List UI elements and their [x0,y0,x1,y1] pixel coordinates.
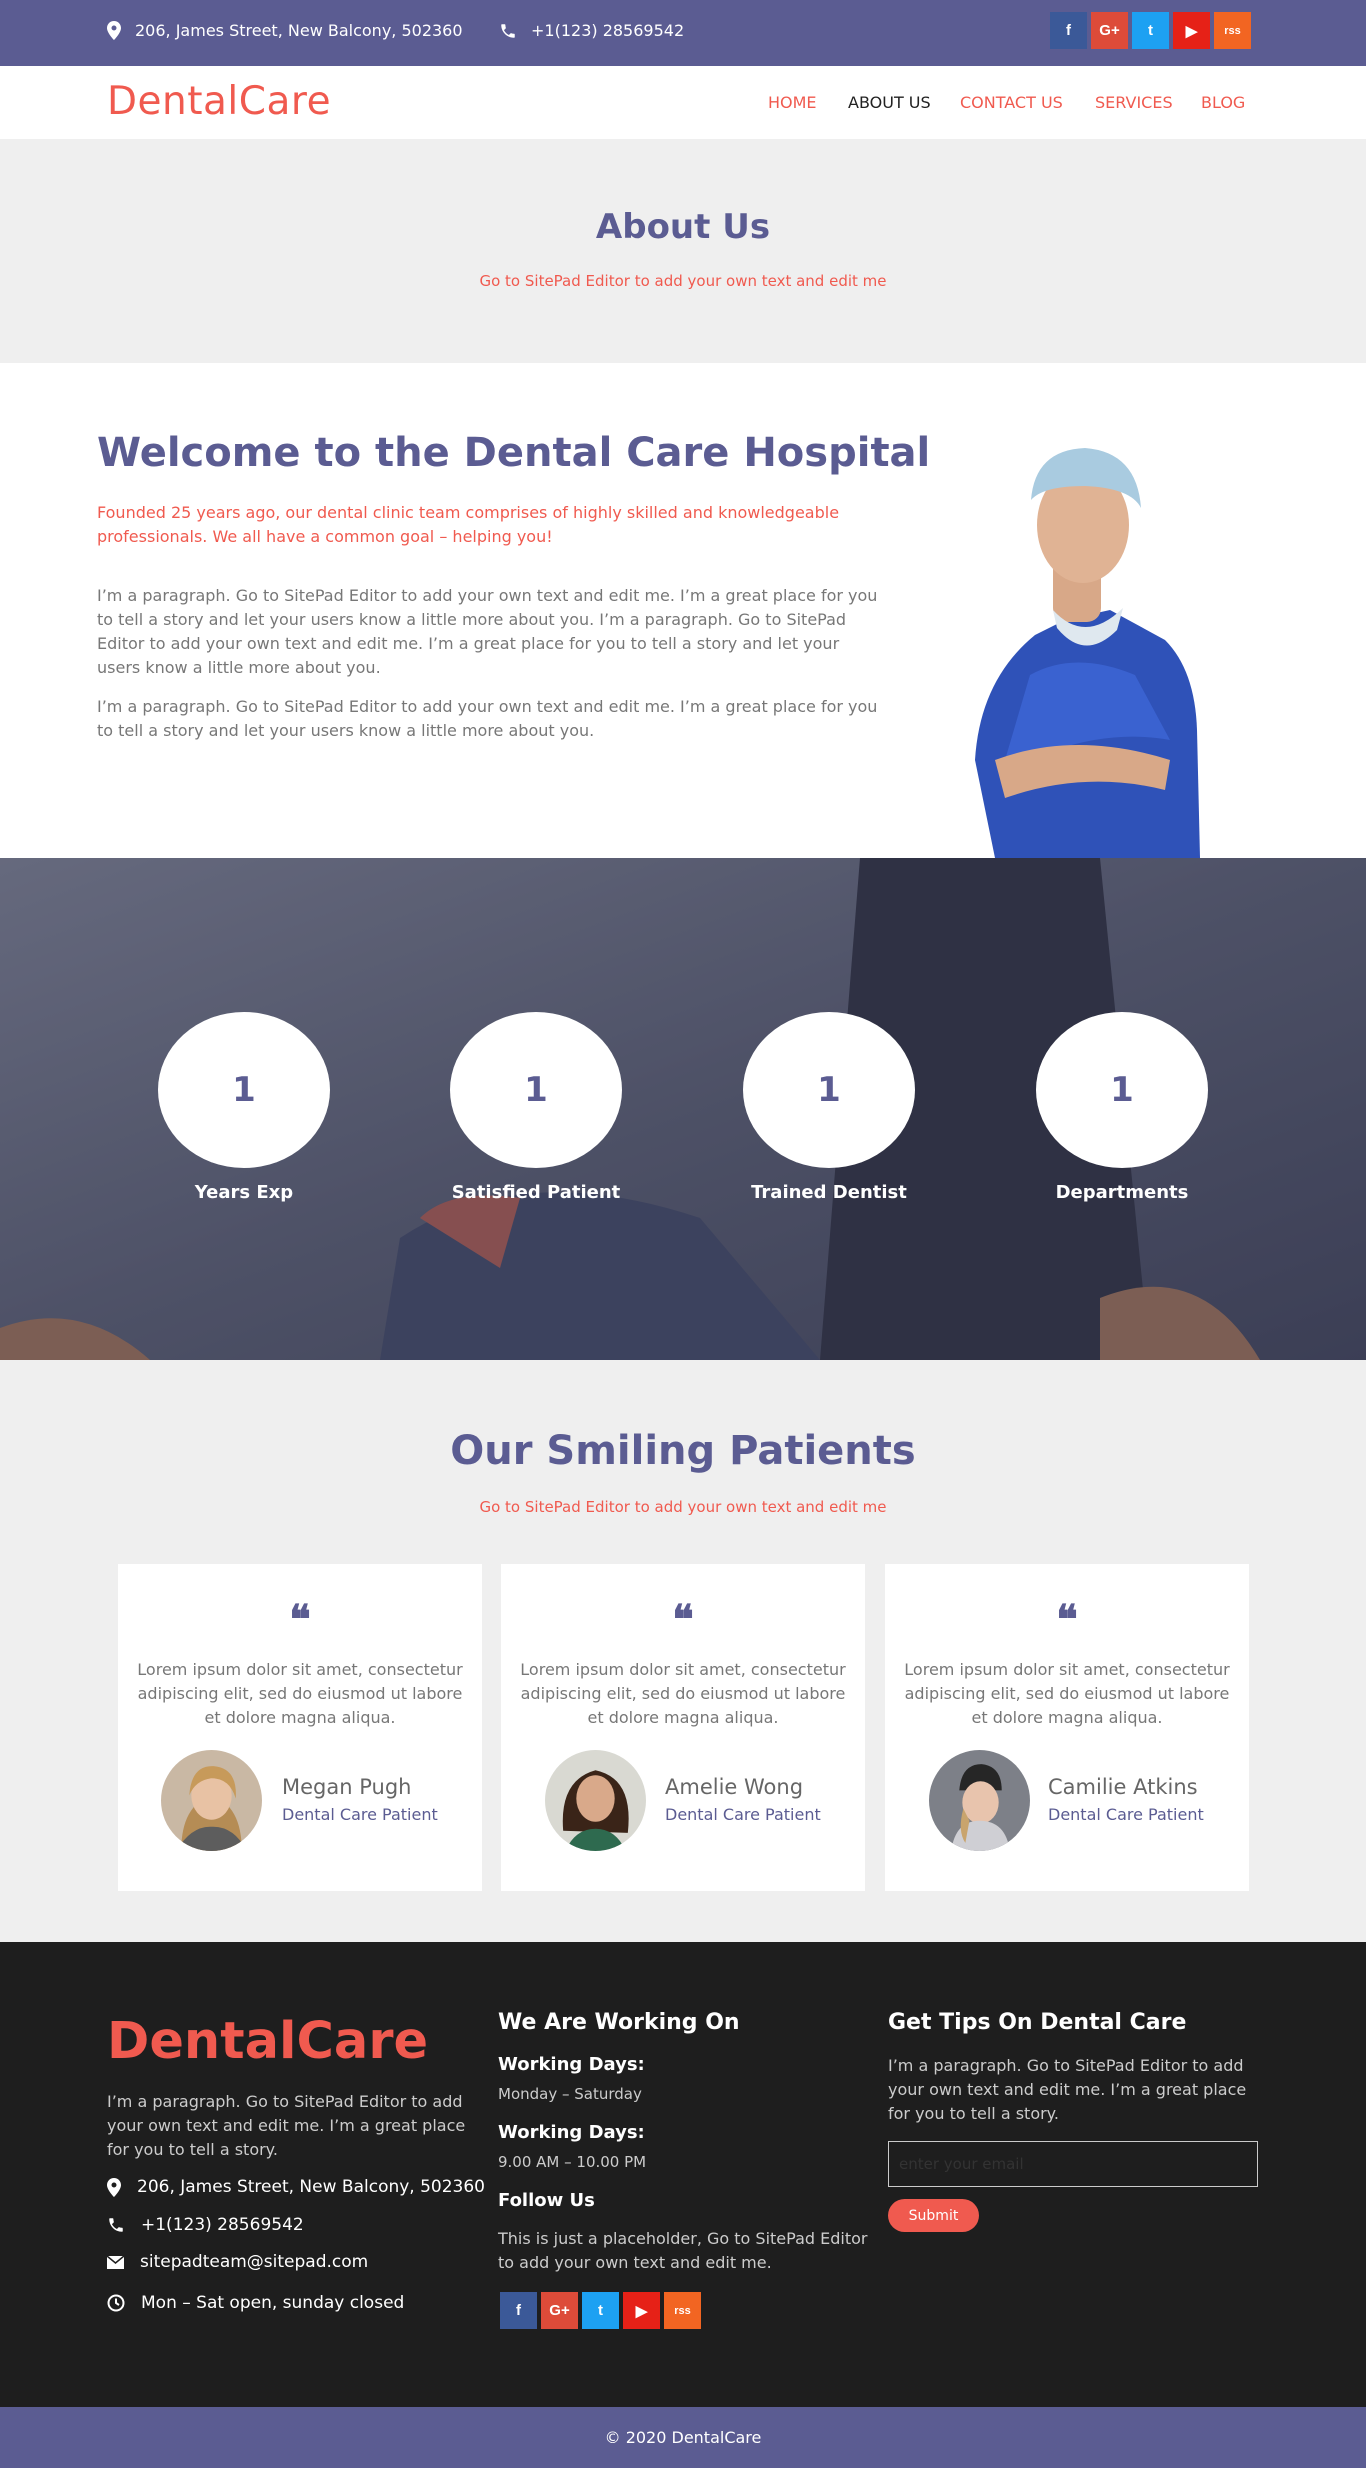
doctor-image [975,448,1200,858]
patient-role: Dental Care Patient [665,1805,821,1824]
newsletter-submit-button[interactable]: Submit [888,2199,979,2232]
stat-label-dentists: Trained Dentist [751,1182,907,1203]
topbar-address: 206, James Street, New Balcony, 502360 [107,21,463,40]
footer-email: sitepadteam@sitepad.com [107,2252,368,2272]
stat-circle-departments: 1 [1036,1012,1208,1168]
working-hours-value: 9.00 AM – 10.00 PM [498,2153,647,2171]
quote-icon: ❝ [672,1596,694,1643]
footer-address: 206, James Street, New Balcony, 502360 [107,2177,485,2197]
copyright: © 2020 DentalCare [0,2407,1366,2468]
avatar [161,1750,262,1851]
nav-contact-us[interactable]: CONTACT US [960,93,1063,112]
welcome-lead: Founded 25 years ago, our dental clinic … [97,503,840,546]
map-pin-icon [107,21,121,40]
testimonial-text: Lorem ipsum dolor sit amet, consectetur … [520,1660,846,1727]
footer-logo: DentalCare [107,2012,429,2071]
patient-role: Dental Care Patient [282,1805,438,1824]
phone-icon [501,23,515,38]
footer-social: f G+ t ▶ rss [500,2292,701,2329]
welcome-paragraph-2: I’m a paragraph. Go to SitePad Editor to… [97,697,878,740]
topbar-phone: +1(123) 28569542 [499,21,684,40]
nav-about-us[interactable]: ABOUT US [848,93,931,112]
stat-label-departments: Departments [1055,1182,1189,1203]
nav-services[interactable]: SERVICES [1095,93,1173,112]
tips-title: Get Tips On Dental Care [888,2010,1187,2035]
working-days-label: Working Days: [498,2054,645,2075]
patient-name: Amelie Wong [665,1775,804,1799]
avatar [929,1750,1030,1851]
quote-icon: ❝ [1056,1596,1078,1643]
nav-blog[interactable]: BLOG [1201,93,1245,112]
tips-text: I’m a paragraph. Go to SitePad Editor to… [888,2056,1247,2123]
footer-hours: Mon – Sat open, sunday closed [107,2293,404,2313]
envelope-icon [107,2255,124,2269]
follow-title: Follow Us [498,2190,595,2211]
site-logo[interactable]: DentalCare [107,79,331,124]
working-days-value: Monday – Saturday [498,2085,642,2103]
patients-title: Our Smiling Patients [450,1428,916,1474]
patients-subtitle: Go to SitePad Editor to add your own tex… [479,1498,887,1516]
twitter-icon[interactable]: t [1132,12,1169,49]
page-title: About Us [595,207,771,247]
footer-about: I’m a paragraph. Go to SitePad Editor to… [107,2092,466,2159]
rss-icon[interactable]: rss [664,2292,701,2329]
google-plus-icon[interactable]: G+ [541,2292,578,2329]
facebook-icon[interactable]: f [1050,12,1087,49]
footer-phone-text: +1(123) 28569542 [141,2215,304,2235]
stat-label-years: Years Exp [194,1182,294,1203]
welcome-title: Welcome to the Dental Care Hospital [97,430,931,476]
patient-name: Camilie Atkins [1048,1775,1198,1799]
stat-circle-years: 1 [158,1012,330,1168]
quote-icon: ❝ [289,1596,311,1643]
testimonial-text: Lorem ipsum dolor sit amet, consectetur … [137,1660,463,1727]
map-pin-icon [107,2177,121,2197]
nav-home[interactable]: HOME [768,93,817,112]
twitter-icon[interactable]: t [582,2292,619,2329]
follow-text: This is just a placeholder, Go to SitePa… [498,2229,868,2272]
patient-name: Megan Pugh [282,1775,412,1799]
facebook-icon[interactable]: f [500,2292,537,2329]
footer-phone: +1(123) 28569542 [107,2215,304,2235]
stat-circle-dentists: 1 [743,1012,915,1168]
youtube-icon[interactable]: ▶ [623,2292,660,2329]
working-hours-label: Working Days: [498,2122,645,2143]
stat-circle-patients: 1 [450,1012,622,1168]
page-subtitle: Go to SitePad Editor to add your own tex… [479,272,887,290]
stat-label-patients: Satisfied Patient [451,1182,621,1203]
phone-icon [109,2218,123,2232]
footer-email-text[interactable]: sitepadteam@sitepad.com [140,2252,368,2272]
footer-address-text: 206, James Street, New Balcony, 502360 [137,2177,486,2197]
rss-icon[interactable]: rss [1214,12,1251,49]
working-title: We Are Working On [498,2010,740,2035]
avatar [545,1750,646,1851]
topbar-phone-text: +1(123) 28569542 [531,21,685,40]
testimonial-text: Lorem ipsum dolor sit amet, consectetur … [904,1660,1230,1727]
welcome-paragraph-1: I’m a paragraph. Go to SitePad Editor to… [97,586,878,677]
clock-icon [107,2294,125,2312]
youtube-icon[interactable]: ▶ [1173,12,1210,49]
newsletter-email-input[interactable] [888,2141,1258,2187]
footer-hours-text: Mon – Sat open, sunday closed [141,2293,405,2313]
patient-role: Dental Care Patient [1048,1805,1204,1824]
topbar-social: f G+ t ▶ rss [1050,12,1251,49]
topbar-address-text: 206, James Street, New Balcony, 502360 [135,21,463,40]
page-hero [0,139,1366,363]
google-plus-icon[interactable]: G+ [1091,12,1128,49]
